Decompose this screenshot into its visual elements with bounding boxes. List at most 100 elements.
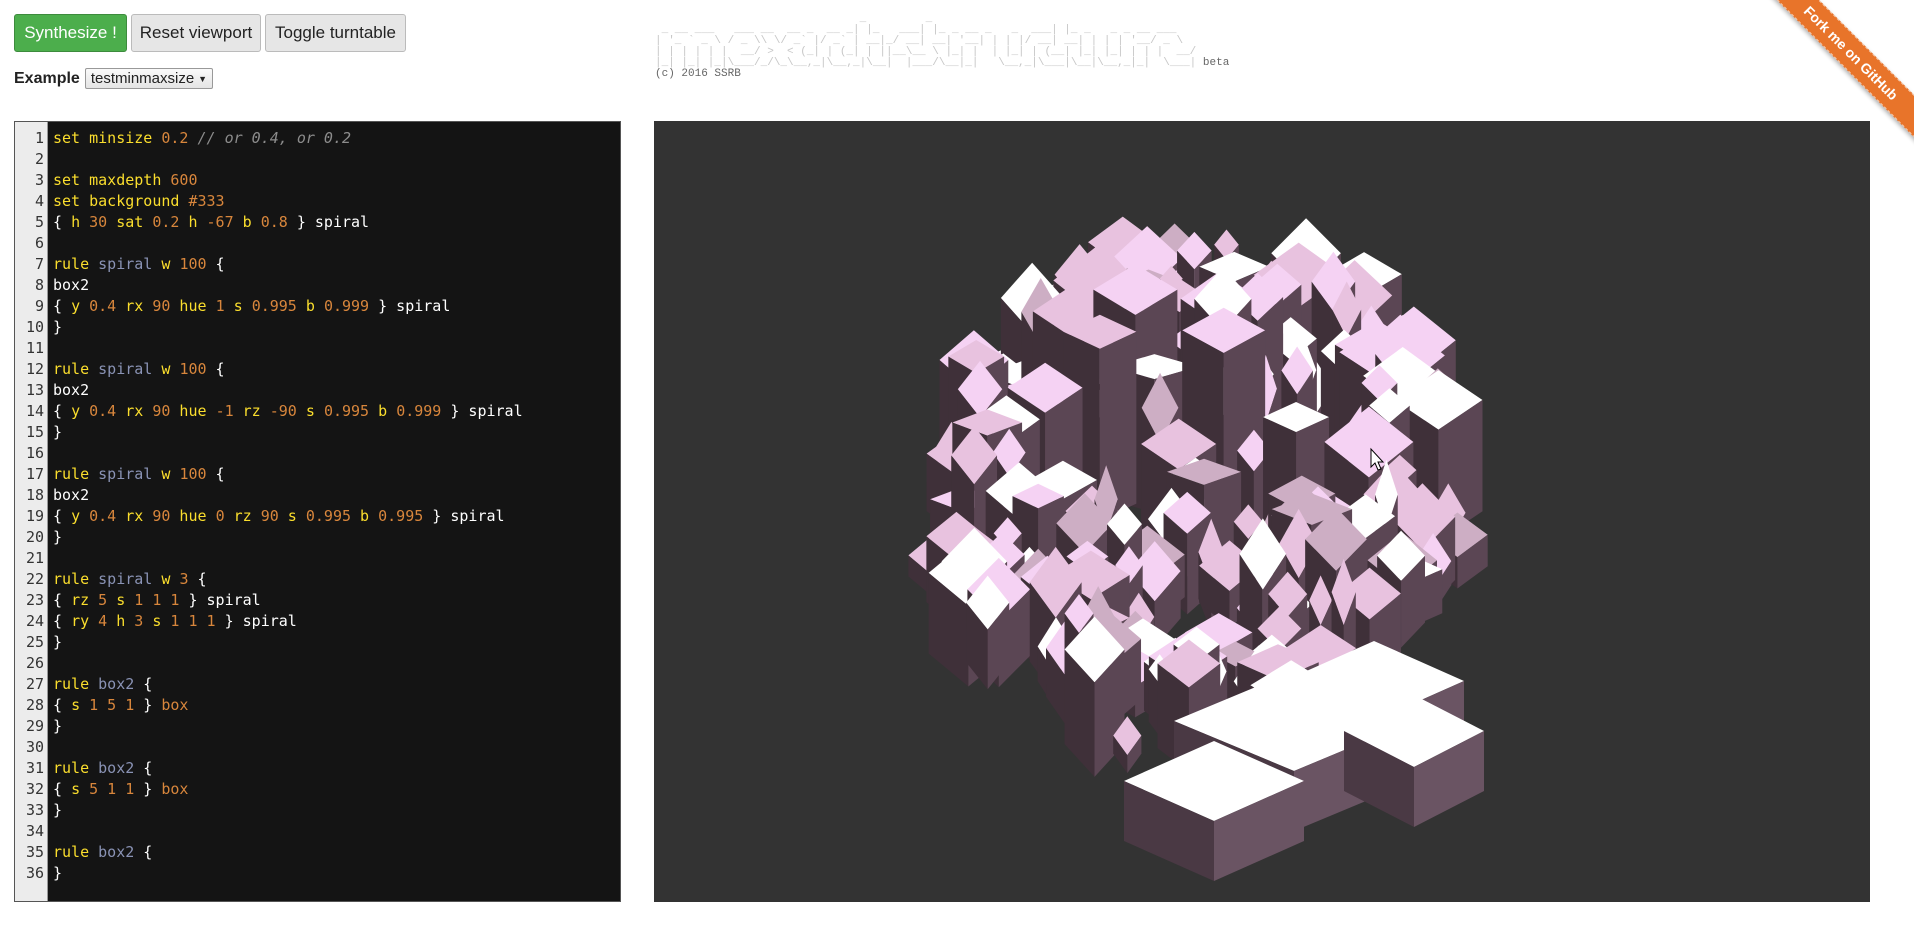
line-number: 14 xyxy=(25,402,44,420)
line-number: 2 xyxy=(34,150,44,168)
code-line[interactable]: rule box2 { xyxy=(53,674,620,695)
code-token: { xyxy=(206,465,225,483)
code-line[interactable]: } xyxy=(53,863,620,884)
synthesize-button[interactable]: Synthesize ! xyxy=(14,14,127,52)
toggle-turntable-button[interactable]: Toggle turntable xyxy=(265,14,406,52)
code-line[interactable] xyxy=(53,548,620,569)
code-line[interactable]: { y 0.4 rx 90 hue 0 rz 90 s 0.995 b 0.99… xyxy=(53,506,620,527)
line-number: 1 xyxy=(34,129,44,147)
code-token: 100 xyxy=(179,255,207,273)
line-number: 15 xyxy=(25,423,44,441)
code-token: s xyxy=(278,507,306,525)
code-token: { xyxy=(53,402,72,420)
code-token: } xyxy=(53,423,63,441)
code-token: spiral xyxy=(98,570,153,588)
code-token: spiral xyxy=(98,255,153,273)
code-token: hue xyxy=(170,507,216,525)
code-line[interactable] xyxy=(53,338,620,359)
code-token: 0.8 xyxy=(260,213,288,231)
code-token: 0.999 xyxy=(396,402,442,420)
fork-me-link[interactable]: Fork me on GitHub xyxy=(1764,0,1914,145)
code-line[interactable]: } xyxy=(53,422,620,443)
code-line[interactable]: } xyxy=(53,317,620,338)
line-number: 19 xyxy=(25,507,44,525)
code-line[interactable] xyxy=(53,737,620,758)
code-line[interactable]: { s 5 1 1 } box xyxy=(53,779,620,800)
line-number: 30 xyxy=(25,738,44,756)
code-line[interactable]: set background #333 xyxy=(53,191,620,212)
copyright-text: (c) 2016 SSRB xyxy=(655,68,741,80)
code-line[interactable]: } xyxy=(53,527,620,548)
code-token: rule xyxy=(53,255,99,273)
code-line[interactable]: rule box2 { xyxy=(53,758,620,779)
code-line[interactable] xyxy=(53,149,620,170)
render-viewport[interactable] xyxy=(654,121,1870,902)
code-line[interactable]: rule spiral w 100 { xyxy=(53,464,620,485)
reset-viewport-button[interactable]: Reset viewport xyxy=(131,14,261,52)
code-token: 90 xyxy=(152,507,171,525)
code-token: box2 xyxy=(53,276,90,294)
code-line[interactable]: { h 30 sat 0.2 h -67 b 0.8 } spiral xyxy=(53,212,620,233)
code-line[interactable]: rule spiral w 3 { xyxy=(53,569,620,590)
code-token: 0.995 xyxy=(378,507,424,525)
example-select[interactable]: testminmaxsize ▼ xyxy=(84,68,214,89)
code-line[interactable]: box2 xyxy=(53,275,620,296)
code-token: 0.995 xyxy=(251,297,297,315)
code-token: 0.4 xyxy=(89,297,117,315)
code-token: 3 xyxy=(134,612,144,630)
code-token: } spiral xyxy=(369,297,451,315)
code-line[interactable] xyxy=(53,443,620,464)
line-number: 9 xyxy=(34,297,44,315)
code-token: spiral xyxy=(98,360,153,378)
code-token: -1 xyxy=(215,402,234,420)
code-token: s xyxy=(71,780,90,798)
code-area[interactable]: set minsize 0.2 // or 0.4, or 0.2 set max… xyxy=(48,122,620,901)
structure-render[interactable] xyxy=(654,121,1870,902)
code-line[interactable] xyxy=(53,653,620,674)
code-line[interactable] xyxy=(53,233,620,254)
beta-badge: beta xyxy=(1202,57,1230,69)
code-token: } xyxy=(53,633,63,651)
github-ribbon[interactable]: Fork me on GitHub xyxy=(1764,0,1914,150)
code-token: 1 5 1 xyxy=(89,696,135,714)
code-token: } xyxy=(134,696,162,714)
line-number: 34 xyxy=(25,822,44,840)
line-number: 17 xyxy=(25,465,44,483)
code-line[interactable]: { y 0.4 rx 90 hue 1 s 0.995 b 0.999 } sp… xyxy=(53,296,620,317)
code-token: box2 xyxy=(53,381,90,399)
line-number: 35 xyxy=(25,843,44,861)
code-token: box2 xyxy=(98,759,135,777)
code-line[interactable]: } xyxy=(53,632,620,653)
code-line[interactable]: } xyxy=(53,716,620,737)
code-line[interactable]: rule spiral w 100 { xyxy=(53,359,620,380)
code-line[interactable]: { rz 5 s 1 1 1 } spiral xyxy=(53,590,620,611)
line-number: 5 xyxy=(34,213,44,231)
code-token: { xyxy=(206,360,225,378)
code-token: 0.995 xyxy=(323,402,370,420)
code-editor[interactable]: 1 2 3 4 5 6 7 8 9 10 11 12 13 14 15 16 17 18 19 20 21 22 23 24 2… xyxy=(14,121,621,902)
code-line[interactable]: { s 1 5 1 } box xyxy=(53,695,620,716)
code-line[interactable]: set maxdepth 600 xyxy=(53,170,620,191)
code-token: 0.2 xyxy=(161,129,189,147)
line-number: 10 xyxy=(25,318,44,336)
code-line[interactable]: { y 0.4 rx 90 hue -1 rz -90 s 0.995 b 0.… xyxy=(53,401,620,422)
code-token: s xyxy=(296,402,324,420)
code-line[interactable]: box2 xyxy=(53,485,620,506)
line-number: 29 xyxy=(25,717,44,735)
code-token: w xyxy=(152,570,180,588)
code-line[interactable]: rule spiral w 100 { xyxy=(53,254,620,275)
code-token: } spiral xyxy=(441,402,523,420)
code-line[interactable]: rule box2 { xyxy=(53,842,620,863)
code-token: 0 xyxy=(215,507,225,525)
code-token: set maxdepth xyxy=(53,171,171,189)
line-number: 32 xyxy=(25,780,44,798)
code-token: } xyxy=(53,717,63,735)
code-token: rule xyxy=(53,465,99,483)
code-line[interactable]: set minsize 0.2 // or 0.4, or 0.2 xyxy=(53,128,620,149)
code-line[interactable]: } xyxy=(53,800,620,821)
code-token: { xyxy=(53,213,72,231)
code-line[interactable] xyxy=(53,821,620,842)
code-line[interactable]: box2 xyxy=(53,380,620,401)
code-line[interactable]: { ry 4 h 3 s 1 1 1 } spiral xyxy=(53,611,620,632)
code-token: s xyxy=(224,297,252,315)
